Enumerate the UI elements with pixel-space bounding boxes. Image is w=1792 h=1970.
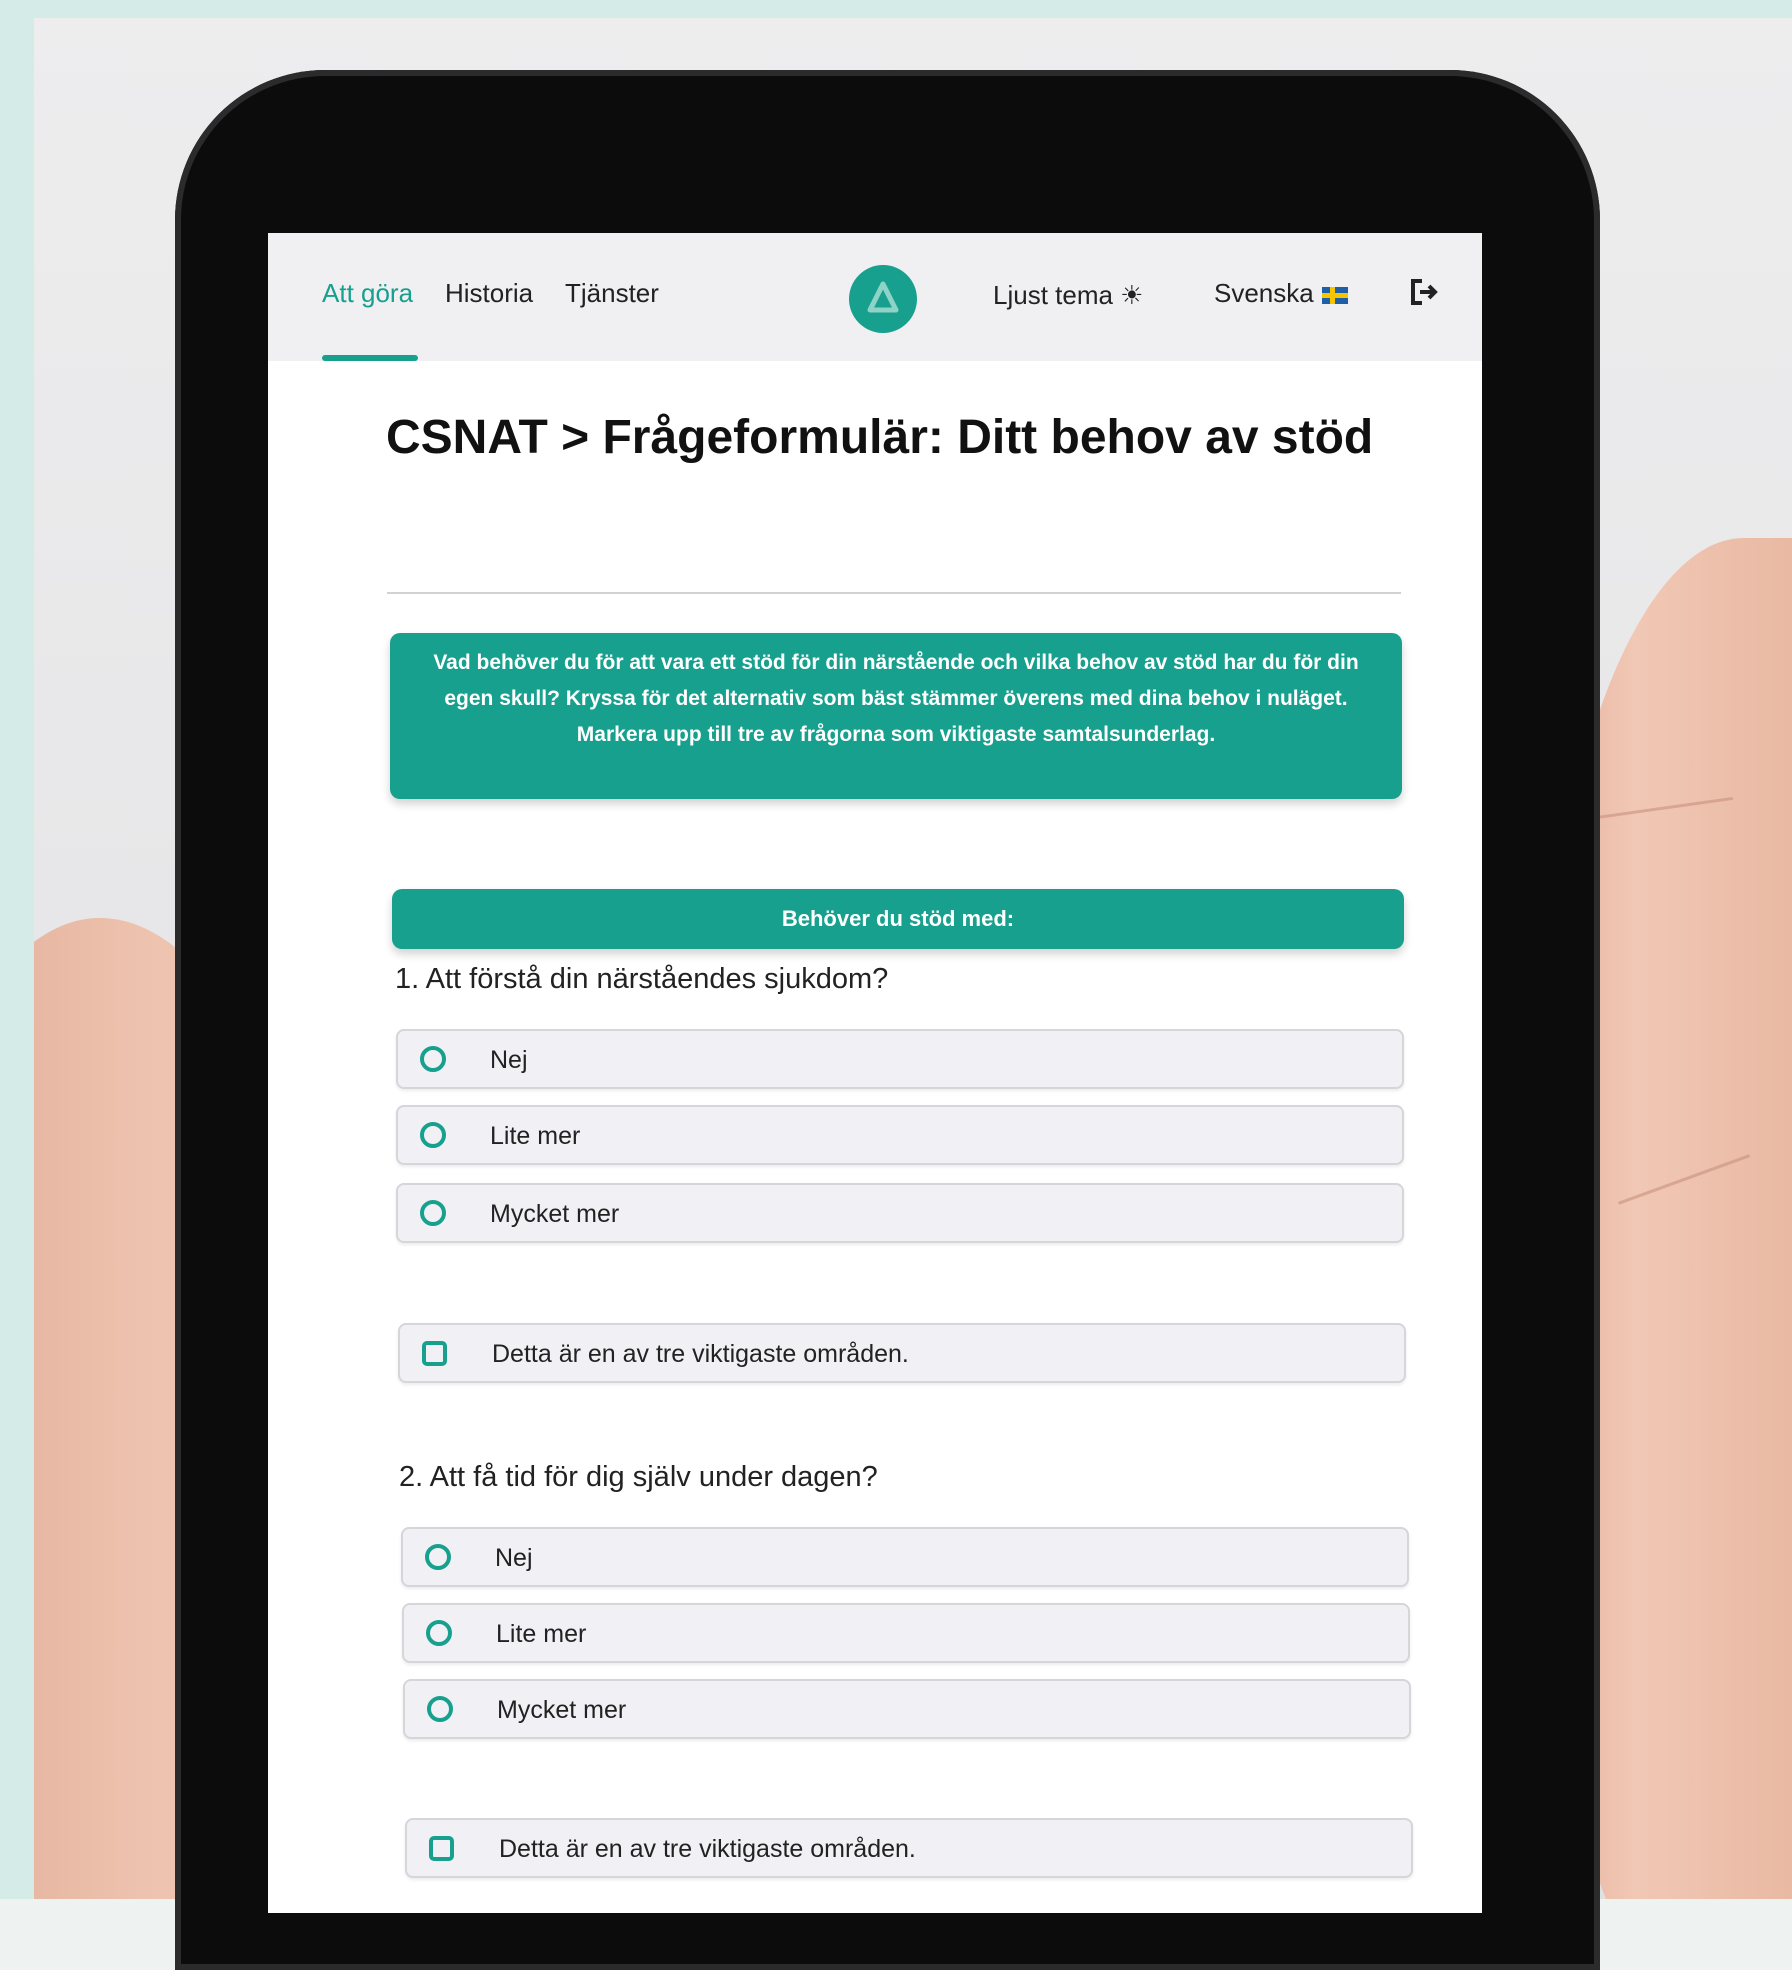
option-label: Mycket mer	[497, 1696, 627, 1724]
language-selector[interactable]: Svenska	[1214, 278, 1348, 309]
active-tab-indicator	[322, 355, 418, 361]
radio-button[interactable]	[427, 1696, 453, 1722]
radio-button[interactable]	[420, 1046, 446, 1072]
logout-icon[interactable]	[1406, 275, 1440, 309]
language-label: Svenska	[1214, 278, 1314, 308]
option-label: Nej	[495, 1544, 533, 1572]
radio-button[interactable]	[426, 1620, 452, 1646]
question-2-text: 2. Att få tid för dig själv under dagen?	[399, 1461, 878, 1493]
q1-priority-checkbox[interactable]: Detta är en av tre viktigaste områden.	[398, 1323, 1406, 1383]
theme-toggle-button[interactable]: Ljust tema ☀	[993, 280, 1143, 311]
q2-option-lite-mer[interactable]: Lite mer	[402, 1603, 1410, 1663]
checkbox-label: Detta är en av tre viktigaste områden.	[492, 1340, 909, 1368]
instruction-box: Vad behöver du för att vara ett stöd för…	[390, 633, 1402, 799]
option-label: Mycket mer	[490, 1200, 620, 1228]
option-label: Lite mer	[490, 1122, 581, 1150]
q2-option-nej[interactable]: Nej	[401, 1527, 1409, 1587]
checkbox-label: Detta är en av tre viktigaste områden.	[499, 1835, 916, 1863]
q2-priority-checkbox[interactable]: Detta är en av tre viktigaste områden.	[405, 1818, 1413, 1878]
section-heading: Behöver du stöd med:	[392, 889, 1404, 949]
nav-tab-tjanster[interactable]: Tjänster	[565, 278, 659, 309]
q1-option-nej[interactable]: Nej	[396, 1029, 1404, 1089]
nav-tab-historia[interactable]: Historia	[445, 278, 533, 309]
question-1-text: 1. Att förstå din närståendes sjukdom?	[395, 963, 889, 995]
app-logo-icon[interactable]	[849, 265, 917, 333]
divider	[387, 592, 1401, 594]
top-navigation: Att göra Historia Tjänster Ljust tema ☀ …	[268, 233, 1482, 361]
option-label: Nej	[490, 1046, 528, 1074]
checkbox[interactable]	[422, 1341, 447, 1366]
q2-option-mycket-mer[interactable]: Mycket mer	[403, 1679, 1411, 1739]
radio-button[interactable]	[425, 1544, 451, 1570]
checkbox[interactable]	[429, 1836, 454, 1861]
page-title: CSNAT > Frågeformulär: Ditt behov av stö…	[386, 411, 1374, 464]
nav-tab-att-gora[interactable]: Att göra	[322, 278, 413, 309]
option-label: Lite mer	[496, 1620, 587, 1648]
swedish-flag-icon	[1321, 286, 1348, 304]
radio-button[interactable]	[420, 1200, 446, 1226]
phone-screen: Att göra Historia Tjänster Ljust tema ☀ …	[268, 233, 1482, 1913]
q1-option-lite-mer[interactable]: Lite mer	[396, 1105, 1404, 1165]
radio-button[interactable]	[420, 1122, 446, 1148]
q1-option-mycket-mer[interactable]: Mycket mer	[396, 1183, 1404, 1243]
